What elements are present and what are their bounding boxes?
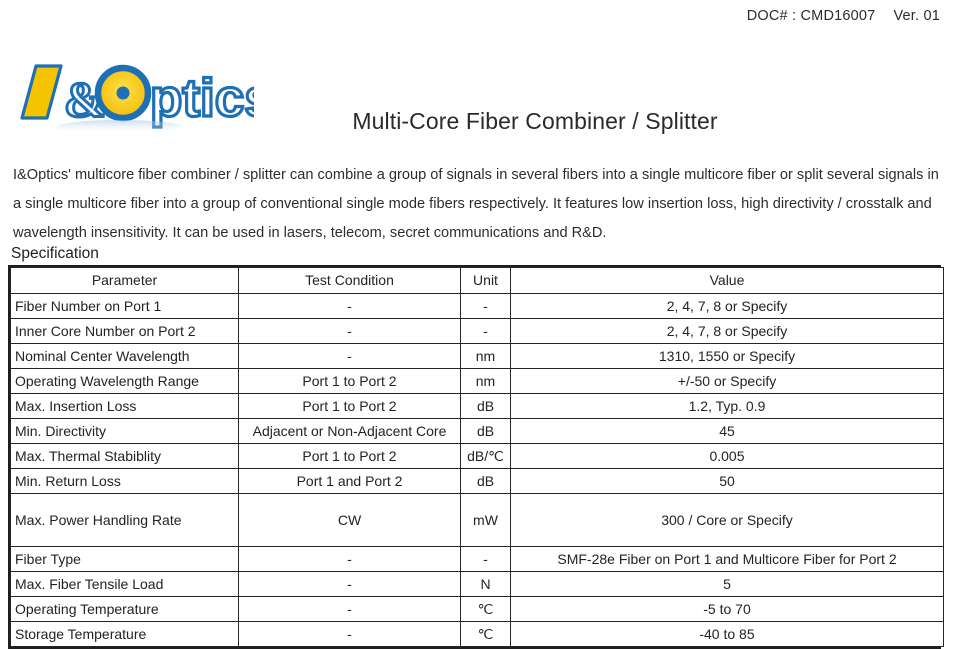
column-header-unit: Unit — [460, 267, 511, 294]
cell-unit: dB — [460, 418, 511, 444]
table-row: Fiber Type - - SMF-28e Fiber on Port 1 and … — [10, 546, 944, 572]
cell-parameter: Max. Insertion Loss — [10, 393, 239, 419]
cell-parameter: Fiber Number on Port 1 — [10, 293, 239, 319]
doc-number: DOC# : CMD16007 — [746, 8, 876, 24]
cell-value: 5 — [510, 571, 944, 597]
cell-unit: dB — [460, 468, 511, 494]
logo-letter-o-icon — [94, 64, 152, 122]
logo-svg: & ptics — [20, 64, 254, 134]
cell-unit: mW — [460, 493, 511, 547]
cell-parameter: Max. Power Handling Rate — [10, 493, 239, 547]
cell-value: 300 / Core or Specify — [510, 493, 944, 547]
column-header-value: Value — [510, 267, 944, 294]
specification-table-body: Fiber Number on Port 1- -2, 4, 7, 8 or Sp… — [10, 293, 944, 647]
cell-test-condition: CW — [238, 493, 461, 547]
table-row: Min. Return Loss Port 1 and Port 2 dB 50 — [10, 468, 944, 494]
cell-parameter: Max. Fiber Tensile Load — [10, 571, 239, 597]
cell-unit: nm — [460, 368, 511, 394]
cell-parameter: Operating Temperature — [10, 596, 239, 622]
cell-unit: dB — [460, 393, 511, 419]
cell-test-condition: - — [238, 293, 461, 319]
table-row: Max. Thermal Stabiblity Port 1 to Port 2d… — [10, 443, 944, 469]
cell-test-condition: - — [238, 621, 461, 647]
cell-unit: ℃ — [460, 596, 511, 622]
table-row: Max. Insertion Loss Port 1 to Port 2 dB 1.2… — [10, 393, 944, 419]
cell-value: 2, 4, 7, 8 or Specify — [510, 318, 944, 344]
cell-parameter: Nominal Center Wavelength — [10, 343, 239, 369]
page-title: Multi-Core Fiber Combiner / Splitter — [352, 108, 718, 134]
specification-table-container: Parameter Test Condition Unit Value Fibe… — [8, 265, 944, 649]
cell-value: 45 — [510, 418, 944, 444]
table-header-row: Parameter Test Condition Unit Value — [10, 267, 944, 294]
cell-value: 2, 4, 7, 8 or Specify — [510, 293, 944, 319]
cell-unit: N — [460, 571, 511, 597]
cell-test-condition: Port 1 and Port 2 — [238, 468, 461, 494]
cell-value: 1.2, Typ. 0.9 — [510, 393, 944, 419]
doc-version: Ver. 01 — [893, 8, 940, 24]
cell-parameter: Storage Temperature — [10, 621, 239, 647]
table-row: Inner Core Number on Port 2- -2, 4, 7, 8 … — [10, 318, 944, 344]
column-header-parameter: Parameter — [10, 267, 239, 294]
table-row: Max. Fiber Tensile Load - N 5 — [10, 571, 944, 597]
table-row: Min. Directivity Adjacent or Non-Adjacent… — [10, 418, 944, 444]
svg-text:ptics: ptics — [150, 69, 254, 128]
cell-test-condition: - — [238, 343, 461, 369]
cell-parameter: Fiber Type — [10, 546, 239, 572]
specification-table: Parameter Test Condition Unit Value Fibe… — [10, 267, 944, 647]
cell-value: SMF-28e Fiber on Port 1 and Multicore Fi… — [510, 546, 944, 572]
cell-test-condition: Port 1 to Port 2 — [238, 443, 461, 469]
cell-value: 50 — [510, 468, 944, 494]
company-logo: & ptics — [14, 58, 254, 134]
document-header: DOC# : CMD16007 Ver. 01 — [747, 8, 940, 24]
cell-parameter: Inner Core Number on Port 2 — [10, 318, 239, 344]
cell-test-condition: - — [238, 571, 461, 597]
table-row: Operating Temperature - ℃ -5 to 70 — [10, 596, 944, 622]
logo-letters-ptics-icon: ptics — [148, 67, 254, 129]
cell-test-condition: Port 1 to Port 2 — [238, 393, 461, 419]
cell-test-condition: Port 1 to Port 2 — [238, 368, 461, 394]
table-row: Operating Wavelength Range Port 1 to Port… — [10, 368, 944, 394]
cell-value: 0.005 — [510, 443, 944, 469]
cell-parameter: Min. Return Loss — [10, 468, 239, 494]
table-row: Storage Temperature - ℃ -40 to 85 — [10, 621, 944, 647]
cell-unit: dB/℃ — [460, 443, 511, 469]
cell-value: +/-50 or Specify — [510, 368, 944, 394]
cell-unit: - — [460, 546, 511, 572]
table-row: Fiber Number on Port 1- -2, 4, 7, 8 or Sp… — [10, 293, 944, 319]
table-row: Nominal Center Wavelength - nm 1310, 1550 o… — [10, 343, 944, 369]
cell-parameter: Operating Wavelength Range — [10, 368, 239, 394]
cell-unit: ℃ — [460, 621, 511, 647]
cell-test-condition: - — [238, 546, 461, 572]
logo-reflection-icon — [57, 120, 181, 134]
column-header-test-condition: Test Condition — [238, 267, 461, 294]
specification-section-label: Specification — [11, 245, 99, 262]
cell-test-condition: Adjacent or Non-Adjacent Core — [238, 418, 461, 444]
product-description: I&Optics' multicore fiber combiner / spl… — [13, 167, 939, 241]
table-row: Max. Power Handling Rate CW mW 300 / Core o… — [10, 493, 944, 547]
cell-parameter: Max. Thermal Stabiblity — [10, 443, 239, 469]
cell-test-condition: - — [238, 318, 461, 344]
cell-value: 1310, 1550 or Specify — [510, 343, 944, 369]
cell-unit: nm — [460, 343, 511, 369]
cell-value: -40 to 85 — [510, 621, 944, 647]
logo-letter-i-icon — [20, 64, 63, 120]
cell-unit: - — [460, 318, 511, 344]
cell-parameter: Min. Directivity — [10, 418, 239, 444]
cell-test-condition: - — [238, 596, 461, 622]
cell-unit: - — [460, 293, 511, 319]
cell-value: -5 to 70 — [510, 596, 944, 622]
